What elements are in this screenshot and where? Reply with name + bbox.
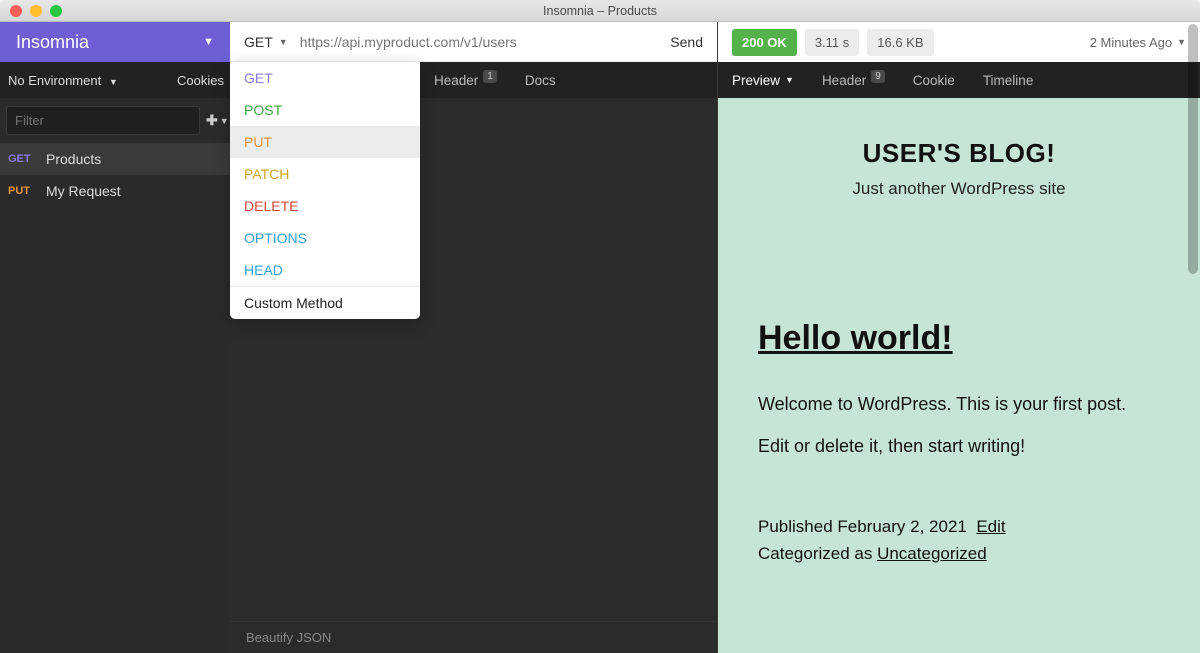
chevron-down-icon: ▼ [203,36,214,48]
request-item[interactable]: GET Products [0,143,230,175]
post-body-line: Welcome to WordPress. This is your first… [758,388,1160,420]
chevron-down-icon: ▼ [109,77,118,87]
traffic-lights [10,5,62,17]
history-selector[interactable]: 2 Minutes Ago ▼ [1090,35,1186,50]
chevron-down-icon: ▼ [785,75,794,85]
post-body-line: Edit or delete it, then start writing! [758,430,1160,462]
workspace-name: Insomnia [16,32,89,53]
environment-selector[interactable]: No Environment ▼ [8,73,118,88]
method-option-post[interactable]: POST [230,94,420,126]
method-option-patch[interactable]: PATCH [230,158,420,190]
method-selector[interactable]: GET ▼ [244,34,288,50]
method-option-delete[interactable]: DELETE [230,190,420,222]
response-status-bar: 200 OK 3.11 s 16.6 KB 2 Minutes Ago ▼ [718,22,1200,62]
window-maximize-button[interactable] [50,5,62,17]
request-name: My Request [46,183,121,199]
header-count-badge: 1 [483,70,497,83]
chevron-down-icon: ▼ [279,37,288,47]
filter-input[interactable] [6,106,200,135]
add-request-button[interactable]: ✚ ▼ [206,112,229,129]
filter-bar: ✚ ▼ [0,98,230,143]
titlebar: Insomnia – Products [0,0,1200,22]
window-title: Insomnia – Products [543,4,657,18]
tab-docs[interactable]: Docs [511,62,570,98]
method-badge: GET [8,153,36,165]
tab-preview[interactable]: Preview ▼ [718,62,808,98]
sidebar: Insomnia ▼ No Environment ▼ Cookies ✚ ▼ [0,22,230,653]
post-published-line: Published February 2, 2021 Edit [758,513,1160,540]
tab-header[interactable]: Header 1 [420,62,511,98]
tab-cookie[interactable]: Cookie [899,62,969,98]
method-option-put[interactable]: PUT [230,126,420,158]
response-tabs: Preview ▼ Header 9 Cookie Timeline [718,62,1200,98]
response-time: 3.11 s [805,29,859,56]
edit-link[interactable]: Edit [976,517,1005,536]
request-item[interactable]: PUT My Request [0,175,230,207]
method-badge: PUT [8,185,36,197]
tab-response-header[interactable]: Header 9 [808,62,899,98]
chevron-down-icon: ▼ [1177,37,1186,47]
response-preview[interactable]: USER'S BLOG! Just another WordPress site… [718,98,1200,653]
chevron-down-icon: ▼ [220,116,229,126]
url-bar: GET ▼ Send [230,22,717,62]
window-scrollbar[interactable] [1188,24,1198,274]
method-option-custom[interactable]: Custom Method [230,287,420,319]
post-category-line: Categorized as Uncategorized [758,540,1160,567]
post-title-link[interactable]: Hello world! [758,319,1160,358]
response-size: 16.6 KB [867,29,933,56]
tab-timeline[interactable]: Timeline [969,62,1048,98]
request-footer: Beautify JSON [230,621,717,653]
request-panel: GET ▼ Send ery Header 1 Docs [230,22,717,653]
request-list: GET Products PUT My Request [0,143,230,207]
window-minimize-button[interactable] [30,5,42,17]
send-button[interactable]: Send [670,34,703,50]
method-option-get[interactable]: GET [230,62,420,94]
blog-tagline: Just another WordPress site [758,179,1160,199]
request-name: Products [46,151,101,167]
workspace-selector[interactable]: Insomnia ▼ [0,22,230,62]
method-option-head[interactable]: HEAD [230,254,420,286]
cookies-button[interactable]: Cookies [177,73,224,88]
blog-title: USER'S BLOG! [758,138,1160,169]
response-panel: 200 OK 3.11 s 16.6 KB 2 Minutes Ago ▼ Pr… [717,22,1200,653]
window-close-button[interactable] [10,5,22,17]
environment-bar: No Environment ▼ Cookies [0,62,230,98]
plus-icon: ✚ [206,112,218,129]
beautify-json-button[interactable]: Beautify JSON [246,630,331,645]
header-count-badge: 9 [871,70,885,83]
category-link[interactable]: Uncategorized [877,544,987,563]
status-badge: 200 OK [732,29,797,56]
method-dropdown: GET POST PUT PATCH DELETE OPTIONS HEAD C… [230,62,420,319]
method-option-options[interactable]: OPTIONS [230,222,420,254]
url-input[interactable] [300,34,661,50]
